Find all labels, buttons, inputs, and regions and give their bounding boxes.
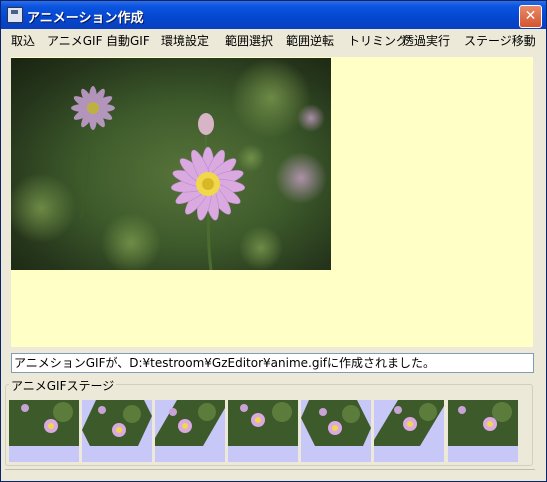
- stage-frame-5[interactable]: [301, 400, 371, 462]
- menu-item-trimming[interactable]: トリミング: [348, 32, 408, 49]
- menu-item-settings[interactable]: 環境設定: [161, 32, 209, 49]
- frame-4-thumbnail: [228, 400, 298, 446]
- stage-frame-4[interactable]: [228, 400, 298, 462]
- stage-frame-6[interactable]: [374, 400, 444, 462]
- stage-frame-7[interactable]: [448, 400, 518, 462]
- frame-6-thumbnail: [374, 400, 444, 446]
- app-icon: [7, 7, 23, 23]
- menu-item-stage-move[interactable]: ステージ移動: [464, 32, 536, 49]
- stage-frame-1[interactable]: [9, 400, 79, 462]
- flower-image: [11, 58, 331, 270]
- image-canvas[interactable]: [11, 57, 533, 347]
- menu-item-auto-gif[interactable]: 自動GIF: [106, 32, 150, 49]
- menu-item-import[interactable]: 取込: [11, 32, 35, 49]
- stage-frame-2[interactable]: [82, 400, 152, 462]
- title-bar[interactable]: アニメーション作成 ✕: [1, 1, 546, 29]
- flower-photo[interactable]: [11, 58, 331, 270]
- frame-3-thumbnail: [155, 400, 225, 446]
- frame-2-thumbnail: [82, 400, 152, 446]
- frame-1-thumbnail: [9, 400, 79, 446]
- menu-item-range-invert[interactable]: 範囲逆転: [286, 32, 334, 49]
- stage-frame-3[interactable]: [155, 400, 225, 462]
- bottom-divider: [5, 469, 535, 470]
- menu-bar: 取込 アニメGIF 自動GIF 環境設定 範囲選択 範囲逆転 トリミング 透過実…: [1, 29, 546, 49]
- window-title: アニメーション作成: [27, 11, 144, 26]
- status-message-field[interactable]: アニメションGIFが、D:¥testroom¥GzEditor¥anime.gi…: [11, 353, 534, 373]
- frame-5-thumbnail: [301, 400, 371, 446]
- menu-item-range-select[interactable]: 範囲選択: [225, 32, 273, 49]
- menu-item-anime-gif[interactable]: アニメGIF: [47, 32, 103, 49]
- close-button[interactable]: ✕: [519, 5, 542, 28]
- frame-7-thumbnail: [448, 400, 518, 446]
- gif-stage-label: アニメGIFステージ: [9, 377, 117, 394]
- menu-item-transparency[interactable]: 透過実行: [402, 32, 450, 49]
- app-window: アニメーション作成 ✕ 取込 アニメGIF 自動GIF 環境設定 範囲選択 範囲…: [0, 0, 547, 482]
